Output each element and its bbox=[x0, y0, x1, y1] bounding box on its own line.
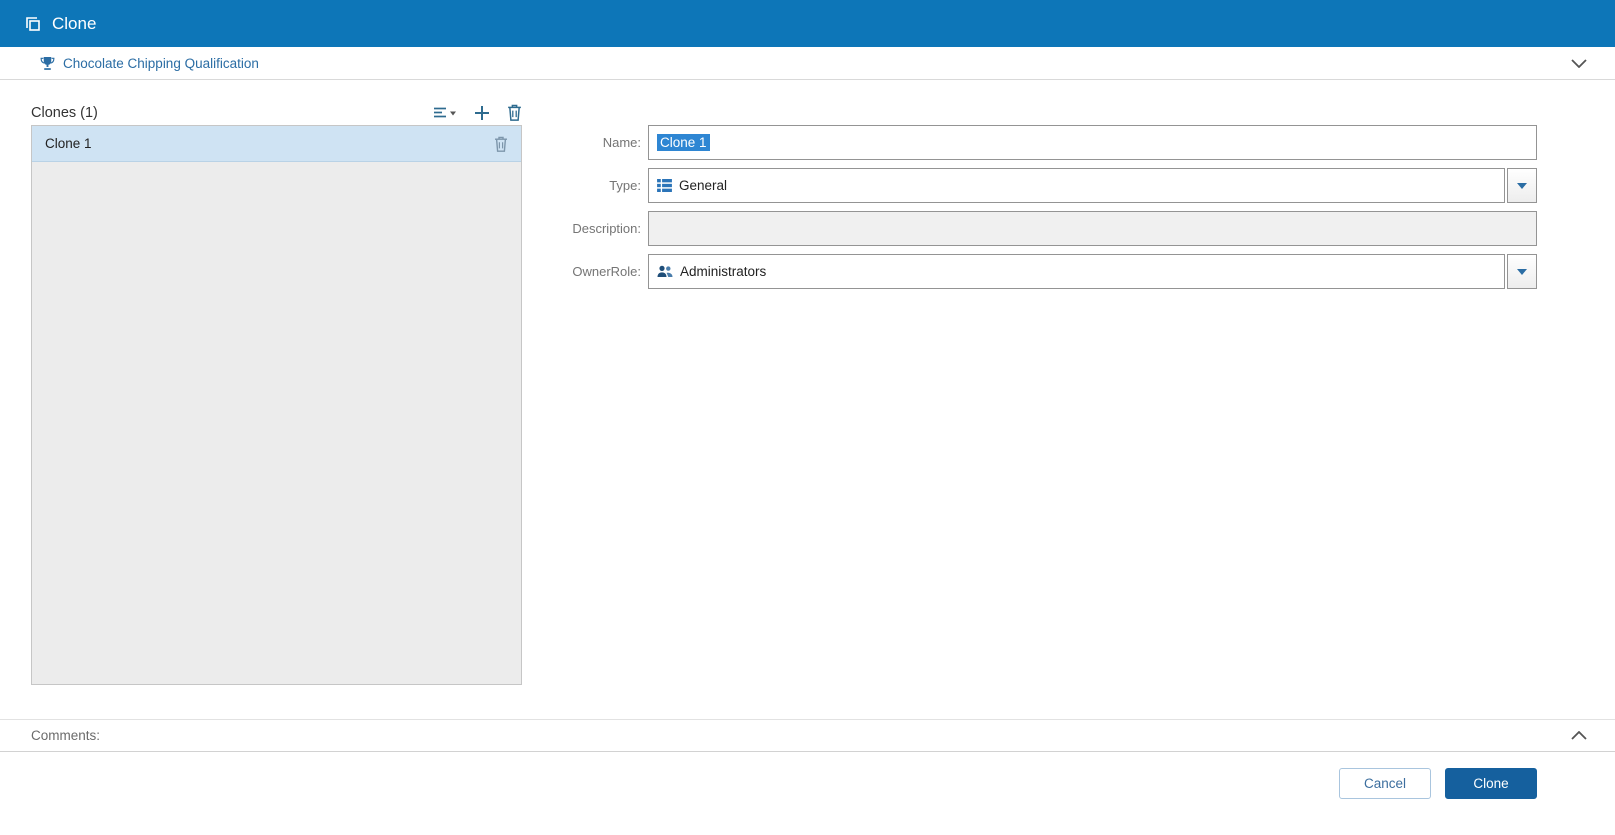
name-input[interactable]: Clone 1 bbox=[648, 125, 1537, 160]
type-combo: General bbox=[648, 168, 1537, 203]
clones-count-label: Clones (1) bbox=[31, 104, 98, 121]
context-item-link[interactable]: Chocolate Chipping Qualification bbox=[63, 56, 259, 71]
clone-button[interactable]: Clone bbox=[1445, 768, 1537, 799]
chevron-down-icon[interactable] bbox=[1569, 57, 1589, 70]
clone-form: Name: Clone 1 Type: General Description:… bbox=[522, 100, 1537, 719]
owner-role-dropdown-button[interactable] bbox=[1507, 254, 1537, 289]
type-grid-icon bbox=[657, 179, 672, 192]
type-value: General bbox=[679, 178, 728, 193]
people-icon bbox=[657, 265, 673, 278]
cancel-button[interactable]: Cancel bbox=[1339, 768, 1431, 799]
name-label: Name: bbox=[602, 135, 641, 150]
clone-list: Clone 1 bbox=[31, 125, 522, 685]
dropdown-arrow-icon bbox=[1517, 268, 1527, 275]
clone-row-label: Clone 1 bbox=[45, 136, 92, 151]
plus-icon[interactable] bbox=[474, 105, 490, 121]
type-row: Type: General bbox=[546, 168, 1537, 203]
clones-toolbar bbox=[433, 104, 522, 121]
clones-panel: Clones (1) Clone 1 bbox=[31, 100, 522, 719]
description-row: Description: bbox=[546, 211, 1537, 246]
comments-label: Comments: bbox=[31, 728, 101, 743]
owner-role-label: OwnerRole: bbox=[572, 264, 641, 279]
owner-role-row: OwnerRole: Administrators bbox=[546, 254, 1537, 289]
main-content: Clones (1) Clone 1 Name: Clone 1 Type: G… bbox=[0, 80, 1615, 719]
sort-icon[interactable] bbox=[433, 106, 457, 120]
dropdown-arrow-icon bbox=[1517, 182, 1527, 189]
dialog-title: Clone bbox=[52, 13, 97, 33]
description-input[interactable] bbox=[648, 211, 1537, 246]
name-row: Name: Clone 1 bbox=[546, 125, 1537, 160]
type-select[interactable]: General bbox=[648, 168, 1505, 203]
description-label: Description: bbox=[572, 221, 641, 236]
trash-icon[interactable] bbox=[507, 104, 522, 121]
trash-icon[interactable] bbox=[494, 136, 508, 152]
type-label: Type: bbox=[609, 178, 641, 193]
type-dropdown-button[interactable] bbox=[1507, 168, 1537, 203]
owner-role-combo: Administrators bbox=[648, 254, 1537, 289]
trophy-icon bbox=[40, 56, 55, 71]
list-item-clone-1[interactable]: Clone 1 bbox=[32, 126, 521, 162]
context-bar: Chocolate Chipping Qualification bbox=[0, 47, 1615, 80]
name-input-selected-text: Clone 1 bbox=[657, 134, 710, 151]
dialog-titlebar: Clone bbox=[0, 0, 1615, 47]
chevron-up-icon[interactable] bbox=[1569, 729, 1589, 742]
clones-panel-header: Clones (1) bbox=[31, 100, 522, 125]
dialog-footer: Cancel Clone bbox=[0, 752, 1615, 835]
clone-icon bbox=[24, 15, 42, 33]
owner-role-value: Administrators bbox=[680, 264, 767, 279]
owner-role-select[interactable]: Administrators bbox=[648, 254, 1505, 289]
comments-bar: Comments: bbox=[0, 719, 1615, 752]
